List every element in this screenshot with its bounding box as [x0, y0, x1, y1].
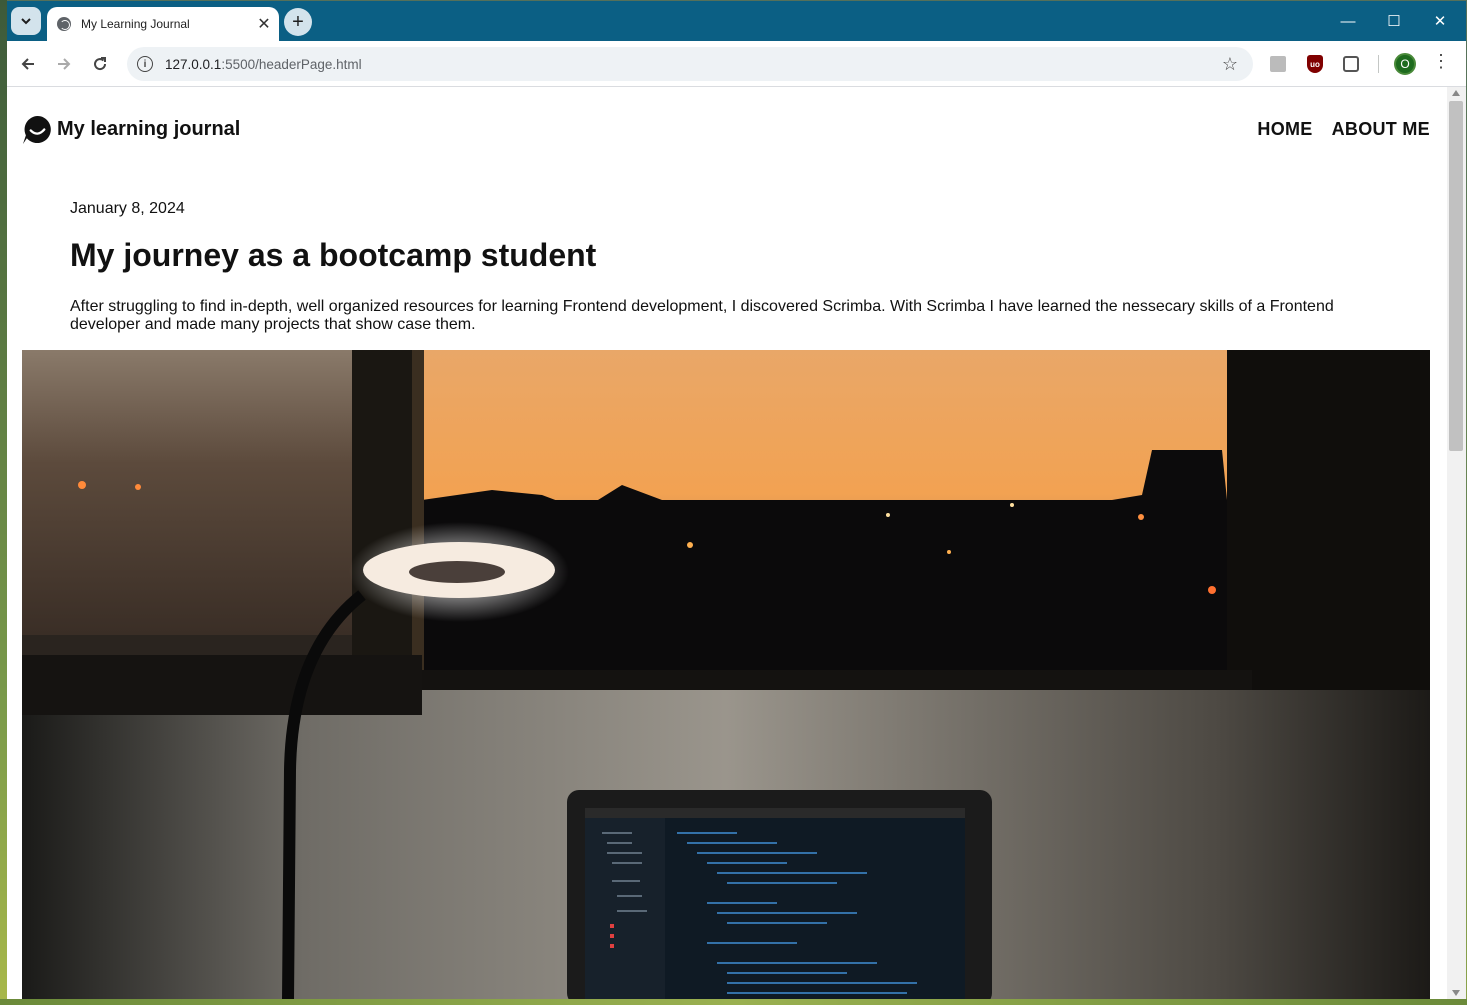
- logo-icon: [22, 115, 51, 144]
- tab-search-button[interactable]: [11, 7, 41, 35]
- nav-about-link[interactable]: ABOUT ME: [1332, 119, 1430, 140]
- profile-avatar[interactable]: O: [1394, 53, 1416, 75]
- url-path: :5500/headerPage.html: [221, 56, 362, 72]
- url-host: 127.0.0.1: [165, 56, 222, 72]
- desktop-wallpaper: [0, 0, 7, 1005]
- tab-title: My Learning Journal: [81, 17, 190, 31]
- extension-icon[interactable]: [1265, 51, 1291, 77]
- new-tab-button[interactable]: +: [284, 8, 312, 36]
- desktop-wallpaper-bottom: [0, 999, 1467, 1005]
- tab-bar: My Learning Journal ✕ + — ☐ ✕: [7, 1, 1466, 41]
- minimize-icon[interactable]: —: [1325, 1, 1371, 41]
- puzzle-icon[interactable]: [1338, 51, 1364, 77]
- hero-photo: [22, 350, 1430, 999]
- browser-toolbar: i 127.0.0.1:5500/headerPage.html ☆ uo O …: [7, 41, 1466, 87]
- main-nav: HOME ABOUT ME: [1257, 119, 1430, 140]
- hero-image: [22, 350, 1430, 999]
- scroll-down-arrow[interactable]: [1452, 990, 1460, 996]
- close-icon[interactable]: ✕: [253, 13, 275, 35]
- forward-arrow-icon[interactable]: [50, 50, 78, 78]
- page-viewport: My learning journal HOME ABOUT ME Januar…: [7, 87, 1447, 999]
- ublock-icon[interactable]: uo: [1302, 51, 1328, 77]
- post-excerpt: After struggling to find in-depth, well …: [70, 298, 1334, 333]
- post-title: My journey as a bootcamp student: [70, 237, 597, 273]
- globe-icon: [57, 17, 71, 31]
- chevron-down-icon: [21, 18, 31, 25]
- site-header: My learning journal HOME ABOUT ME: [22, 113, 1430, 145]
- kebab-menu-icon[interactable]: ⋮: [1431, 51, 1451, 77]
- post-date: January 8, 2024: [70, 200, 185, 217]
- toolbar-divider: [1378, 55, 1379, 73]
- page-scrollbar[interactable]: [1447, 87, 1466, 999]
- plus-icon: +: [292, 10, 304, 33]
- browser-tab[interactable]: My Learning Journal ✕: [47, 7, 279, 41]
- brand[interactable]: My learning journal: [22, 114, 240, 145]
- address-bar[interactable]: i 127.0.0.1:5500/headerPage.html ☆: [127, 47, 1253, 81]
- scroll-thumb[interactable]: [1449, 101, 1463, 451]
- site-info-icon[interactable]: i: [137, 56, 153, 72]
- url-text[interactable]: 127.0.0.1:5500/headerPage.html: [165, 57, 1215, 72]
- reload-icon[interactable]: [86, 50, 114, 78]
- window-close-icon[interactable]: ✕: [1417, 1, 1463, 41]
- bookmark-star-icon[interactable]: ☆: [1215, 54, 1245, 75]
- brand-name: My learning journal: [57, 117, 241, 140]
- scroll-up-arrow[interactable]: [1452, 90, 1460, 96]
- browser-window: My Learning Journal ✕ + — ☐ ✕ i 127.0.0.…: [7, 1, 1466, 999]
- maximize-icon[interactable]: ☐: [1371, 1, 1417, 41]
- back-arrow-icon[interactable]: [14, 50, 42, 78]
- nav-home-link[interactable]: HOME: [1257, 119, 1312, 140]
